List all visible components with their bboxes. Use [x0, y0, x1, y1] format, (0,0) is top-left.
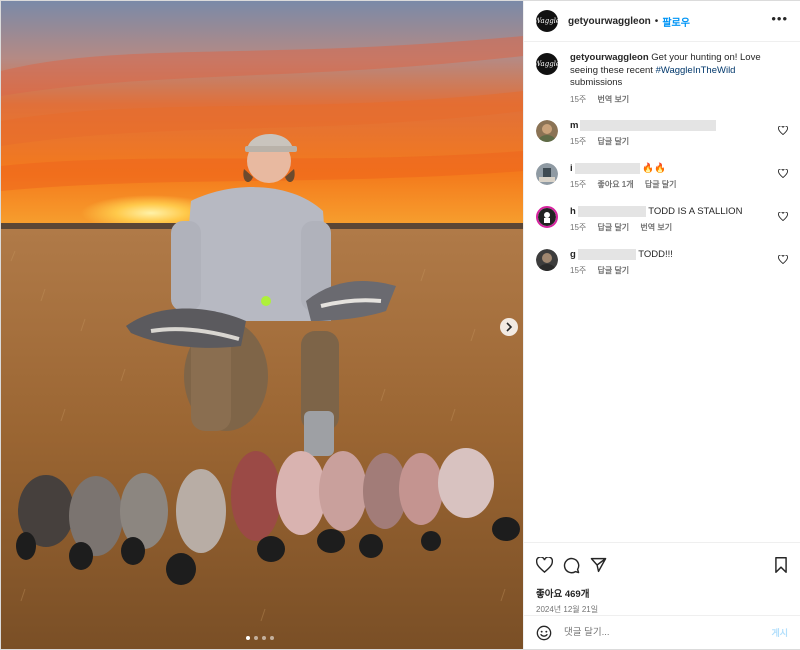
comment-text: TODD IS A STALLION [645, 206, 743, 218]
reply-button[interactable]: 답글 달기 [598, 137, 630, 146]
carousel-dot [270, 636, 274, 640]
commenter-avatar[interactable] [536, 249, 558, 272]
caption-time[interactable]: 15주 [570, 95, 586, 104]
waggle-logo: Waggle [533, 17, 561, 25]
commenter-username[interactable]: h [570, 206, 576, 217]
translate-button[interactable]: 번역 보기 [598, 95, 630, 104]
commenter-username[interactable]: i [570, 163, 573, 174]
username-link[interactable]: getyourwaggleon [568, 16, 651, 27]
redacted-text [577, 249, 636, 261]
like-comment-heart-icon[interactable] [778, 212, 788, 222]
like-button[interactable] [536, 557, 553, 573]
post-header: Waggle getyourwaggleon • 팔로우 ••• [524, 1, 800, 42]
comment-time[interactable]: 15주 [570, 266, 586, 275]
carousel-indicator [246, 636, 274, 640]
separator-dot: • [654, 15, 659, 27]
post-photo[interactable] [1, 1, 523, 649]
like-comment-heart-icon[interactable] [778, 126, 788, 135]
avatar-image [536, 120, 558, 142]
paper-plane-icon [590, 557, 607, 573]
hunting-photo-image [1, 1, 523, 649]
commenter-avatar-story[interactable] [536, 206, 558, 229]
comment-time[interactable]: 15주 [570, 223, 586, 232]
chevron-right-icon [506, 322, 513, 332]
carousel-dot [246, 636, 250, 640]
redacted-text [574, 163, 640, 175]
like-comment-heart-icon[interactable] [778, 169, 788, 179]
avatar-image [536, 163, 558, 186]
bookmark-icon [775, 557, 787, 573]
comment-time[interactable]: 15주 [570, 180, 586, 189]
comments-list: Waggle getyourwaggleon Get your hunting … [524, 42, 800, 277]
emoji-icon[interactable] [536, 625, 552, 641]
post-actions: 좋아요 469개 2024년 12월 21일 [524, 542, 800, 615]
reply-button[interactable]: 답글 달기 [598, 266, 630, 275]
caption-text-end: submissions [570, 77, 623, 88]
post-side-panel: Waggle getyourwaggleon • 팔로우 ••• Waggle … [523, 1, 800, 649]
hashtag-link[interactable]: #WaggleInTheWild [656, 65, 736, 76]
commenter-avatar[interactable] [536, 120, 558, 142]
carousel-dot [254, 636, 258, 640]
comment-text: TODD!!! [635, 249, 673, 261]
comment-time[interactable]: 15주 [570, 137, 586, 146]
comment-item: m 15주 답글 달기 [536, 120, 788, 148]
post-comment-button[interactable]: 게시 [771, 626, 788, 639]
share-button[interactable] [590, 557, 607, 573]
more-options-icon[interactable]: ••• [771, 12, 788, 25]
likes-count[interactable]: 좋아요 469개 [524, 577, 800, 600]
avatar-image [536, 249, 558, 272]
redacted-text [577, 206, 646, 218]
comment-item: i 🔥🔥 15주 좋아요 1개 답글 달기 [536, 163, 788, 191]
carousel-dot [262, 636, 266, 640]
redacted-text [580, 120, 717, 131]
next-photo-button[interactable] [500, 318, 518, 336]
waggle-logo: Waggle [533, 60, 561, 68]
translate-button[interactable]: 번역 보기 [640, 223, 672, 232]
comment-likes-count[interactable]: 좋아요 1개 [598, 180, 634, 189]
reply-button[interactable]: 답글 달기 [645, 180, 677, 189]
profile-avatar[interactable]: Waggle [533, 10, 561, 32]
heart-icon [536, 557, 553, 573]
add-comment-bar: 게시 [524, 615, 800, 649]
like-comment-heart-icon[interactable] [778, 255, 788, 265]
comment-bubble-icon [563, 557, 580, 573]
post-date: 2024년 12월 21일 [536, 605, 599, 614]
commenter-username[interactable]: g [570, 249, 576, 260]
comment-item: g TODD!!! 15주 답글 달기 [536, 249, 788, 277]
commenter-username[interactable]: m [570, 120, 578, 131]
commenter-avatar[interactable] [536, 163, 558, 186]
comment-button[interactable] [563, 557, 580, 574]
caption-username[interactable]: getyourwaggleon [570, 52, 649, 63]
comment-input[interactable] [562, 626, 761, 639]
avatar-image [538, 208, 556, 227]
caption-avatar[interactable]: Waggle [533, 53, 561, 75]
comment-text: 🔥🔥 [639, 163, 666, 175]
save-button[interactable] [774, 557, 788, 573]
follow-button[interactable]: 팔로우 [662, 14, 690, 29]
reply-button[interactable]: 답글 달기 [598, 223, 630, 232]
post-caption: Waggle getyourwaggleon Get your hunting … [533, 52, 788, 106]
comment-item: h TODD IS A STALLION 15주 답글 달기 번역 보기 [536, 206, 788, 234]
